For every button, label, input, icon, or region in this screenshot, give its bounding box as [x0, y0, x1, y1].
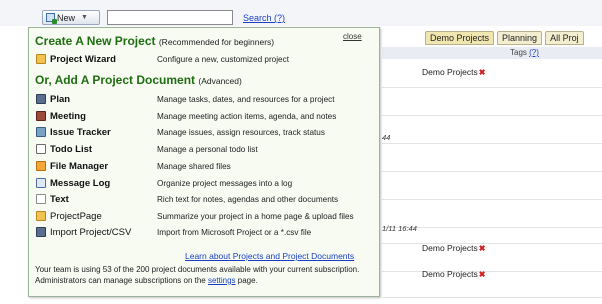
document-item-meeting[interactable]: Meeting [36, 110, 86, 122]
wizard-icon [36, 54, 46, 64]
remove-tag-icon[interactable]: ✖ [479, 244, 486, 253]
table-row[interactable]: Demo Projects✖ [382, 269, 602, 298]
tags-help-link[interactable]: (?) [529, 48, 539, 57]
document-description: Manage issues, assign resources, track s… [157, 128, 325, 137]
subscription-note: Your team is using 53 of the 200 project… [35, 265, 360, 285]
tag-cell: Demo Projects✖ [422, 67, 486, 77]
document-item-message-log[interactable]: Message Log [36, 177, 110, 189]
chevron-down-icon: ▼ [81, 14, 88, 21]
search-input[interactable] [107, 10, 233, 25]
new-button[interactable]: New ▼ [42, 10, 100, 25]
document-item-issue-tracker[interactable]: Issue Tracker [36, 126, 111, 138]
tag-cell: Demo Projects✖ [422, 269, 486, 279]
date-cell: 44 [382, 133, 391, 142]
tags-header-label: Tags [510, 48, 527, 57]
tag-cell: Demo Projects✖ [422, 243, 486, 253]
document-description: Rich text for notes, agendas and other d… [157, 195, 339, 204]
table-row[interactable] [382, 171, 602, 200]
document-item-text[interactable]: Text [36, 193, 69, 205]
settings-link[interactable]: settings [208, 276, 236, 285]
table-row[interactable] [382, 87, 602, 116]
document-description: Import from Microsoft Project or a *.csv… [157, 228, 312, 237]
plan-icon [36, 94, 46, 104]
tab-all-projects[interactable]: All Proj [545, 31, 584, 45]
project-page-icon [36, 211, 46, 221]
project-list: Demo Projects✖ 44 1/11 16:44 Demo Projec… [382, 59, 602, 298]
create-project-subtitle: (Recommended for beginners) [158, 37, 275, 47]
document-description: Summarize your project in a home page & … [157, 212, 354, 221]
remove-tag-icon[interactable]: ✖ [479, 270, 486, 279]
message-log-icon [36, 178, 46, 188]
todo-list-icon [36, 144, 46, 154]
file-manager-icon [36, 161, 46, 171]
document-description: Manage meeting action items, agenda, and… [157, 112, 337, 121]
document-item-file-manager[interactable]: File Manager [36, 160, 108, 172]
table-row[interactable]: 44 [382, 115, 602, 144]
new-document-icon [46, 13, 57, 24]
add-document-heading: Or, Add A Project Document (Advanced) [35, 73, 242, 87]
project-wizard-item[interactable]: Project Wizard [36, 53, 116, 65]
document-item-import-csv[interactable]: Import Project/CSV [36, 226, 131, 238]
obscured-content [40, 296, 340, 304]
add-document-subtitle: (Advanced) [198, 76, 242, 86]
project-wizard-link[interactable]: Project Wizard [50, 54, 116, 65]
date-cell: 1/11 16:44 [382, 224, 417, 233]
document-description: Manage tasks, dates, and resources for a… [157, 95, 335, 104]
document-description: Manage shared files [157, 162, 231, 171]
remove-tag-icon[interactable]: ✖ [479, 68, 486, 77]
document-item-plan[interactable]: Plan [36, 93, 70, 105]
text-icon [36, 194, 46, 204]
close-popup-link[interactable]: close [343, 32, 362, 41]
create-project-heading: Create A New Project (Recommended for be… [35, 34, 275, 48]
top-toolbar: New ▼ Search (?) [0, 0, 602, 26]
search-link[interactable]: Search (?) [243, 13, 285, 23]
document-description: Organize project messages into a log [157, 179, 293, 188]
meeting-icon [36, 111, 46, 121]
issue-tracker-icon [36, 127, 46, 137]
tab-planning[interactable]: Planning [497, 31, 543, 45]
learn-about-projects-link[interactable]: Learn about Projects and Project Documen… [185, 251, 354, 261]
project-wizard-description: Configure a new, customized project [157, 55, 289, 64]
table-row[interactable]: 1/11 16:44 [382, 221, 602, 244]
table-row[interactable] [382, 143, 602, 172]
project-tabs: Demo Projects Planning All Proj [425, 31, 584, 46]
document-item-project-page[interactable]: ProjectPage [36, 210, 102, 222]
table-row[interactable]: Demo Projects✖ [382, 59, 602, 88]
table-row[interactable]: Demo Projects✖ [382, 243, 602, 272]
new-button-label: New [57, 12, 76, 23]
tab-demo-projects[interactable]: Demo Projects [425, 31, 495, 45]
document-item-todo-list[interactable]: Todo List [36, 143, 92, 155]
tags-column-header: Tags (?) [382, 47, 602, 59]
document-description: Manage a personal todo list [157, 145, 258, 154]
import-csv-icon [36, 227, 46, 237]
